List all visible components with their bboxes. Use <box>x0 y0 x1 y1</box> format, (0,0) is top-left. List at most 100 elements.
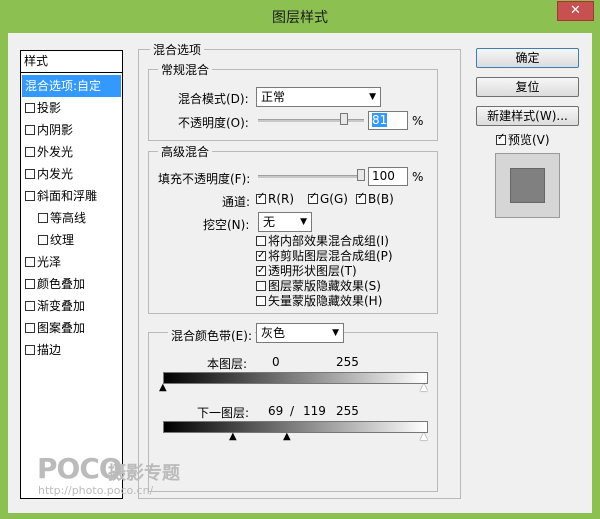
style-item-checkbox[interactable] <box>25 146 35 157</box>
underlying-layer-label: 下一图层: <box>197 406 250 420</box>
style-item-9[interactable]: 颜色叠加 <box>22 273 121 295</box>
underlying-sep: / <box>290 404 295 418</box>
chevron-down-icon: ▼ <box>332 328 339 338</box>
style-item-12[interactable]: 描边 <box>22 339 121 361</box>
channel-g-label: G(G) <box>320 192 348 206</box>
style-item-checkbox[interactable] <box>25 322 35 333</box>
ok-button[interactable]: 确定 <box>476 48 579 68</box>
style-item-4[interactable]: 内发光 <box>22 163 121 185</box>
style-item-8[interactable]: 光泽 <box>22 251 121 273</box>
reset-button[interactable]: 复位 <box>476 77 579 97</box>
blend-if-label: 混合颜色带(E): <box>168 327 255 344</box>
advanced-option-checkbox[interactable] <box>256 248 266 263</box>
blend-mode-select[interactable]: 正常 ▼ <box>256 87 381 107</box>
watermark-tagline: 摄影专题 <box>108 463 180 484</box>
advanced-blending-title: 高级混合 <box>158 143 213 160</box>
advanced-option-checkbox[interactable] <box>256 295 266 306</box>
advanced-option-checkbox[interactable] <box>256 263 266 278</box>
preview-toggle[interactable]: 预览(V) <box>496 131 550 148</box>
opacity-value: 81 <box>372 113 388 127</box>
fill-opacity-slider-thumb[interactable] <box>357 169 365 181</box>
style-item-label: 内发光 <box>37 167 74 181</box>
style-item-checkbox[interactable] <box>25 256 35 267</box>
style-item-checkbox[interactable] <box>25 102 35 113</box>
style-item-11[interactable]: 图案叠加 <box>22 317 121 339</box>
blend-mode-label: 混合模式(D): <box>178 92 249 106</box>
window-title: 图层样式 <box>272 10 328 26</box>
style-item-label: 光泽 <box>37 255 62 269</box>
advanced-option-checkbox[interactable] <box>256 235 266 246</box>
style-item-2[interactable]: 内阴影 <box>22 119 121 141</box>
advanced-option-1[interactable]: 将剪贴图层混合成组(P) <box>256 248 436 264</box>
opacity-unit: % <box>412 114 424 128</box>
advanced-option-0[interactable]: 将内部效果混合成组(I) <box>256 234 436 249</box>
channels-label: 通道: <box>222 195 251 209</box>
advanced-options-list: 将内部效果混合成组(I)将剪贴图层混合成组(P)透明形状图层(T)图层蒙版隐藏效… <box>256 234 436 309</box>
close-button[interactable]: ✕ <box>557 1 594 21</box>
underlying-black-split-slider-icon[interactable]: ▲ <box>283 432 291 442</box>
knockout-select[interactable]: 无 ▼ <box>258 212 312 232</box>
style-item-0[interactable]: 混合选项:自定 <box>22 75 121 97</box>
this-layer-black-slider-icon[interactable]: ▲ <box>159 383 167 393</box>
blend-options-title: 混合选项 <box>150 41 205 58</box>
watermark-url: http://photo.poco.cn/ <box>38 484 154 497</box>
channel-r-label: R(R) <box>268 192 295 206</box>
channel-g[interactable]: G(G) <box>308 191 348 206</box>
style-item-label: 纹理 <box>50 233 75 247</box>
channel-b[interactable]: B(B) <box>356 191 394 206</box>
style-item-10[interactable]: 渐变叠加 <box>22 295 121 317</box>
style-item-checkbox[interactable] <box>25 344 35 355</box>
style-item-label: 混合选项:自定 <box>25 79 102 93</box>
channel-b-checkbox[interactable] <box>356 191 366 204</box>
style-item-label: 描边 <box>37 343 62 357</box>
fill-opacity-slider-track[interactable] <box>258 175 364 178</box>
opacity-label: 不透明度(O): <box>178 116 249 130</box>
advanced-option-checkbox[interactable] <box>256 280 266 291</box>
advanced-option-3[interactable]: 图层蒙版隐藏效果(S) <box>256 279 436 294</box>
underlying-black-split-slider-icon[interactable]: ▲ <box>229 432 237 442</box>
channel-r-checkbox[interactable] <box>256 191 266 204</box>
new-style-button[interactable]: 新建样式(W)... <box>476 106 579 126</box>
style-item-checkbox[interactable] <box>38 212 48 223</box>
opacity-input[interactable]: 81 <box>368 111 408 130</box>
style-item-label: 图案叠加 <box>37 321 86 335</box>
underlying-white-slider-icon[interactable]: ▲ <box>420 432 428 442</box>
preview-checkbox[interactable] <box>496 132 506 145</box>
underlying-high: 255 <box>336 404 359 418</box>
knockout-label: 挖空(N): <box>203 218 250 232</box>
general-blending-title: 常规混合 <box>158 61 213 78</box>
advanced-option-label: 将内部效果混合成组(I) <box>268 234 389 248</box>
style-item-6[interactable]: 等高线 <box>22 207 121 229</box>
style-item-checkbox[interactable] <box>25 190 35 201</box>
channel-g-checkbox[interactable] <box>308 191 318 204</box>
this-layer-label: 本图层: <box>207 357 248 371</box>
opacity-slider-thumb[interactable] <box>339 113 348 125</box>
style-item-checkbox[interactable] <box>25 278 35 289</box>
channel-b-label: B(B) <box>368 192 394 206</box>
preview-label: 预览(V) <box>508 133 550 147</box>
style-item-3[interactable]: 外发光 <box>22 141 121 163</box>
underlying-layer-gradient <box>163 421 428 433</box>
style-item-1[interactable]: 投影 <box>22 97 121 119</box>
style-item-7[interactable]: 纹理 <box>22 229 121 251</box>
knockout-value: 无 <box>263 215 276 229</box>
advanced-option-2[interactable]: 透明形状图层(T) <box>256 263 436 279</box>
style-item-5[interactable]: 斜面和浮雕 <box>22 185 121 207</box>
advanced-option-label: 透明形状图层(T) <box>268 264 357 278</box>
opacity-slider-track[interactable] <box>258 119 364 122</box>
style-item-checkbox[interactable] <box>25 124 35 135</box>
advanced-option-4[interactable]: 矢量蒙版隐藏效果(H) <box>256 294 436 309</box>
styles-list-header: 样式 <box>21 51 122 73</box>
style-preview-swatch <box>510 168 545 203</box>
style-item-checkbox[interactable] <box>25 300 35 311</box>
fill-opacity-input[interactable]: 100 <box>368 167 408 186</box>
style-item-checkbox[interactable] <box>25 168 35 179</box>
advanced-option-label: 图层蒙版隐藏效果(S) <box>268 279 381 293</box>
blend-if-select[interactable]: 灰色 ▼ <box>256 323 344 343</box>
fill-opacity-label: 填充不透明度(F): <box>158 172 251 186</box>
this-layer-white-slider-icon[interactable]: ▲ <box>420 383 428 393</box>
underlying-low: 69 <box>268 404 284 418</box>
style-item-checkbox[interactable] <box>38 234 48 245</box>
channel-r[interactable]: R(R) <box>256 191 295 206</box>
style-item-label: 外发光 <box>37 145 74 159</box>
